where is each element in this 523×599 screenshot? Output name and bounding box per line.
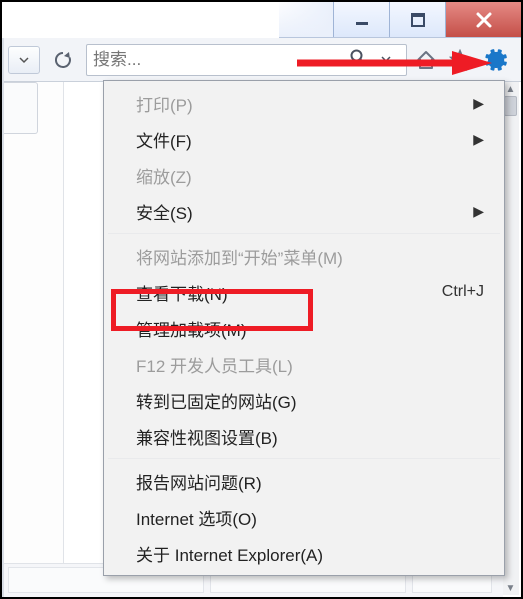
menu-label: Internet 选项(O) [136, 505, 257, 530]
menu-label: F12 开发人员工具(L) [136, 352, 293, 377]
menu-separator [108, 458, 500, 459]
minimize-button[interactable] [333, 2, 389, 37]
menu-label: 转到已固定的网站(G) [136, 388, 297, 413]
search-dropdown-icon[interactable] [372, 51, 400, 69]
toolbar [2, 38, 521, 82]
submenu-arrow-icon: ▶ [473, 95, 484, 112]
tab-stub[interactable] [2, 82, 38, 134]
maximize-button[interactable] [389, 2, 445, 37]
settings-menu: 打印(P) ▶ 文件(F) ▶ 缩放(Z) 安全(S) ▶ 将网站添加到“开始”… [103, 80, 505, 576]
menu-label: 管理加载项(M) [136, 316, 246, 341]
menu-label: 安全(S) [136, 199, 193, 224]
left-border [2, 38, 4, 597]
minimize-icon [353, 11, 371, 29]
menu-label: 查看下载(N) [136, 280, 228, 305]
search-box[interactable] [86, 44, 407, 76]
menu-label: 打印(P) [136, 91, 193, 116]
menu-shortcut: Ctrl+J [442, 283, 484, 301]
menu-item-about-ie[interactable]: 关于 Internet Explorer(A) [106, 535, 502, 571]
menu-item-print[interactable]: 打印(P) ▶ [106, 85, 502, 121]
gear-icon [483, 47, 509, 73]
submenu-arrow-icon: ▶ [473, 131, 484, 148]
menu-item-internet-options[interactable]: Internet 选项(O) [106, 499, 502, 535]
browser-window: ▲ ▼ 打印(P) ▶ 文件(F) ▶ 缩放(Z) 安全(S) ▶ 将网站添加到… [0, 0, 523, 599]
scroll-down-icon[interactable]: ▼ [502, 581, 519, 595]
menu-item-manage-addons[interactable]: 管理加载项(M) [106, 310, 502, 346]
close-icon [474, 10, 494, 30]
menu-label: 文件(F) [136, 127, 192, 152]
home-icon [415, 49, 437, 71]
menu-item-zoom[interactable]: 缩放(Z) [106, 157, 502, 193]
menu-label: 报告网站问题(R) [136, 469, 262, 494]
menu-separator [108, 233, 500, 234]
titlebar [279, 2, 521, 38]
menu-label: 关于 Internet Explorer(A) [136, 541, 323, 566]
refresh-icon [53, 50, 73, 70]
left-pane [2, 82, 64, 597]
menu-label: 兼容性视图设置(B) [136, 424, 278, 449]
submenu-arrow-icon: ▶ [473, 203, 484, 220]
search-input[interactable] [93, 50, 344, 70]
menu-item-add-to-start[interactable]: 将网站添加到“开始”菜单(M) [106, 238, 502, 274]
menu-label: 缩放(Z) [136, 163, 192, 188]
nav-history-dropdown[interactable] [8, 46, 40, 74]
menu-item-compat-view[interactable]: 兼容性视图设置(B) [106, 418, 502, 454]
menu-label: 将网站添加到“开始”菜单(M) [136, 244, 343, 269]
favorites-button[interactable] [447, 47, 473, 73]
menu-item-f12-tools[interactable]: F12 开发人员工具(L) [106, 346, 502, 382]
menu-item-file[interactable]: 文件(F) ▶ [106, 121, 502, 157]
toolbar-icons [413, 45, 521, 75]
maximize-icon [409, 11, 427, 29]
scroll-thumb[interactable] [504, 96, 517, 116]
home-button[interactable] [413, 47, 439, 73]
menu-item-view-downloads[interactable]: 查看下载(N) Ctrl+J [106, 274, 502, 310]
menu-item-safety[interactable]: 安全(S) ▶ [106, 193, 502, 229]
star-icon [449, 49, 471, 71]
search-icon[interactable] [344, 48, 372, 71]
refresh-button[interactable] [48, 45, 78, 75]
settings-button[interactable] [481, 45, 511, 75]
menu-item-report-problem[interactable]: 报告网站问题(R) [106, 463, 502, 499]
menu-item-pinned-sites[interactable]: 转到已固定的网站(G) [106, 382, 502, 418]
close-button[interactable] [445, 2, 521, 37]
titlebar-fade [279, 2, 333, 37]
chevron-down-icon [19, 55, 29, 65]
